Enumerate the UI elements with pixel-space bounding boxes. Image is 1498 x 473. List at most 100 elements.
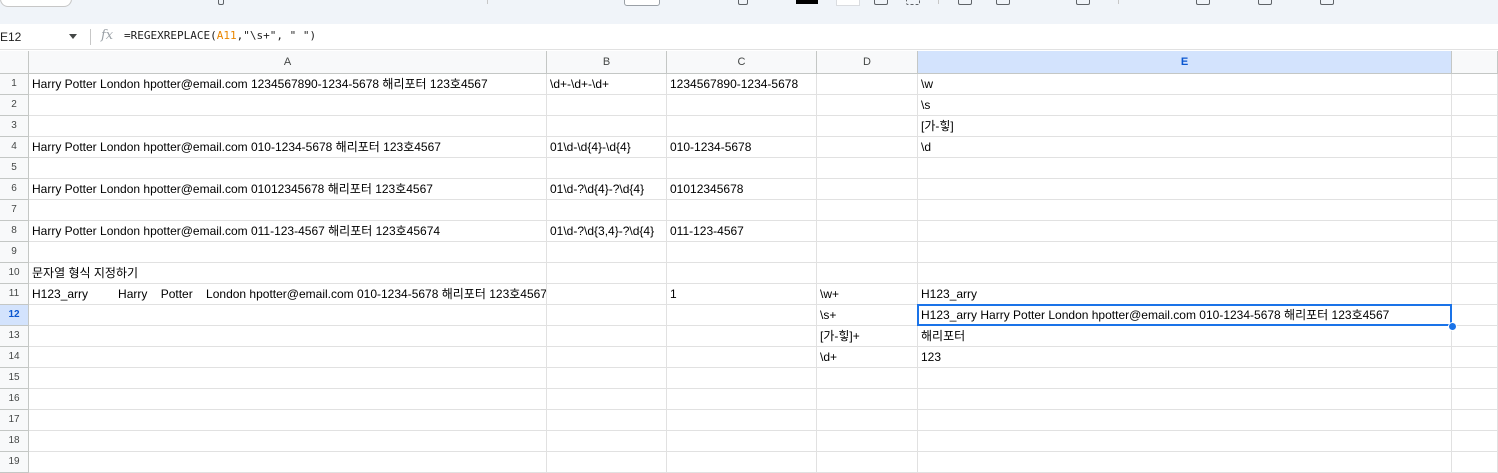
cell-c13[interactable]	[667, 326, 817, 347]
row-header[interactable]: 13	[0, 326, 29, 347]
cell-b14[interactable]	[547, 347, 667, 368]
cell-b16[interactable]	[547, 389, 667, 410]
cell-empty[interactable]	[1452, 431, 1498, 452]
cell-a14[interactable]	[29, 347, 547, 368]
column-header-b[interactable]: B	[547, 51, 667, 74]
cell-a7[interactable]	[29, 200, 547, 221]
cell-e15[interactable]	[918, 368, 1452, 389]
column-header-d[interactable]: D	[817, 51, 918, 74]
cell-b3[interactable]	[547, 116, 667, 137]
cell-c2[interactable]	[667, 95, 817, 116]
cell-d14[interactable]: \d+	[817, 347, 918, 368]
cell-d4[interactable]	[817, 137, 918, 158]
cell-e16[interactable]	[918, 389, 1452, 410]
cell-c17[interactable]	[667, 410, 817, 431]
cell-e12[interactable]: H123_arry Harry Potter London hpotter@em…	[918, 305, 1452, 326]
row-header[interactable]: 2	[0, 95, 29, 116]
cell-b13[interactable]	[547, 326, 667, 347]
cell-d8[interactable]	[817, 221, 918, 242]
cell-d12[interactable]: \s+	[817, 305, 918, 326]
cell-d19[interactable]	[817, 452, 918, 473]
cell-b18[interactable]	[547, 431, 667, 452]
cell-c12[interactable]	[667, 305, 817, 326]
cell-e5[interactable]	[918, 158, 1452, 179]
fill-color-swatch[interactable]	[836, 0, 860, 6]
formula-input[interactable]: =REGEXREPLACE(A11,"\s+", " ")	[124, 29, 316, 42]
cell-e17[interactable]	[918, 410, 1452, 431]
row-header[interactable]: 7	[0, 200, 29, 221]
row-header[interactable]: 3	[0, 116, 29, 137]
cell-a9[interactable]	[29, 242, 547, 263]
cell-a15[interactable]	[29, 368, 547, 389]
row-header[interactable]: 6	[0, 179, 29, 200]
cell-a3[interactable]	[29, 116, 547, 137]
merge-icon[interactable]	[906, 0, 920, 5]
cell-e19[interactable]	[918, 452, 1452, 473]
cell-c8[interactable]: 011-123-4567	[667, 221, 817, 242]
cell-d16[interactable]	[817, 389, 918, 410]
cell-a8[interactable]: Harry Potter London hpotter@email.com 01…	[29, 221, 547, 242]
row-header[interactable]: 11	[0, 284, 29, 305]
zoom-select[interactable]	[624, 0, 660, 6]
row-header[interactable]: 17	[0, 410, 29, 431]
cell-c18[interactable]	[667, 431, 817, 452]
select-all-corner[interactable]	[0, 51, 29, 74]
link-icon[interactable]	[1158, 0, 1172, 5]
cell-b1[interactable]: \d+-\d+-\d+	[547, 74, 667, 95]
cell-d3[interactable]	[817, 116, 918, 137]
cell-empty[interactable]	[1452, 410, 1498, 431]
row-header[interactable]: 16	[0, 389, 29, 410]
cell-b10[interactable]	[547, 263, 667, 284]
column-header-c[interactable]: C	[667, 51, 817, 74]
functions-icon[interactable]	[1296, 0, 1310, 5]
cell-a6[interactable]: Harry Potter London hpotter@email.com 01…	[29, 179, 547, 200]
cell-d9[interactable]	[817, 242, 918, 263]
cell-d6[interactable]	[817, 179, 918, 200]
borders-icon[interactable]	[874, 0, 888, 5]
cell-d13[interactable]: [가-힣]+	[817, 326, 918, 347]
cell-empty[interactable]	[1452, 158, 1498, 179]
cell-b5[interactable]	[547, 158, 667, 179]
cell-c11[interactable]: 1	[667, 284, 817, 305]
cell-c15[interactable]	[667, 368, 817, 389]
cell-b7[interactable]	[547, 200, 667, 221]
cell-c9[interactable]	[667, 242, 817, 263]
cell-a5[interactable]	[29, 158, 547, 179]
row-header[interactable]: 18	[0, 431, 29, 452]
spreadsheet-grid[interactable]: A B C D E 1 Harry Potter London hpotter@email.…	[0, 51, 1498, 473]
filter-icon[interactable]	[1258, 0, 1272, 5]
cell-c4[interactable]: 010-1234-5678	[667, 137, 817, 158]
row-header[interactable]: 12	[0, 305, 29, 326]
comment-icon[interactable]	[1196, 0, 1210, 5]
cell-b15[interactable]	[547, 368, 667, 389]
cell-a1[interactable]: Harry Potter London hpotter@email.com 12…	[29, 74, 547, 95]
align-icon[interactable]	[958, 0, 972, 5]
cell-b19[interactable]	[547, 452, 667, 473]
cell-e7[interactable]	[918, 200, 1452, 221]
cell-c7[interactable]	[667, 200, 817, 221]
wrap-icon[interactable]	[1036, 0, 1050, 5]
cell-empty[interactable]	[1452, 200, 1498, 221]
row-header[interactable]: 4	[0, 137, 29, 158]
row-header[interactable]: 10	[0, 263, 29, 284]
cell-e13[interactable]: 해리포터	[918, 326, 1452, 347]
cell-empty[interactable]	[1452, 347, 1498, 368]
column-header-a[interactable]: A	[29, 51, 547, 74]
cell-d17[interactable]	[817, 410, 918, 431]
chart-icon[interactable]	[1226, 0, 1240, 5]
cell-empty[interactable]	[1452, 326, 1498, 347]
cell-empty[interactable]	[1452, 221, 1498, 242]
cell-a19[interactable]	[29, 452, 547, 473]
row-header[interactable]: 19	[0, 452, 29, 473]
cell-empty[interactable]	[1452, 368, 1498, 389]
cell-empty[interactable]	[1452, 137, 1498, 158]
redo-icon[interactable]	[430, 0, 444, 5]
cell-c1[interactable]: 1234567890-1234-5678	[667, 74, 817, 95]
cell-c10[interactable]	[667, 263, 817, 284]
cell-e9[interactable]	[918, 242, 1452, 263]
cell-e4[interactable]: \d	[918, 137, 1452, 158]
cell-b9[interactable]	[547, 242, 667, 263]
undo-icon[interactable]	[400, 0, 414, 5]
cell-e6[interactable]	[918, 179, 1452, 200]
cell-empty[interactable]	[1452, 116, 1498, 137]
